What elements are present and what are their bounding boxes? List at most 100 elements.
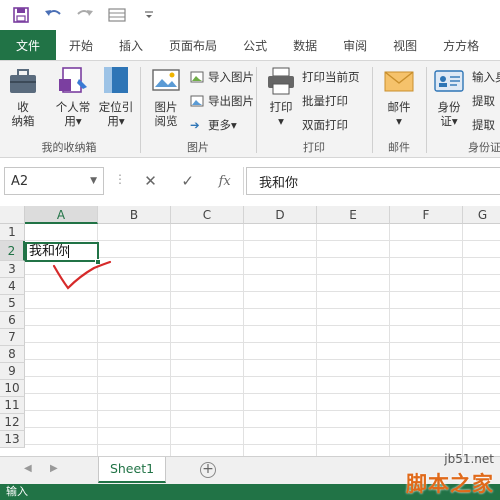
printer-icon [268,67,294,95]
personal-common-label: 个人常 用▾ [55,100,91,128]
row-header-8[interactable]: 8 [0,346,25,363]
storage-box-button[interactable]: 收 纳箱 [6,65,40,128]
toolbox-icon [10,69,36,93]
print-current-page-button[interactable]: 打印当前页 [302,69,360,85]
watermark-url: jb51.net [444,452,494,466]
extract-button-1[interactable]: 提取 [472,93,495,109]
row-header-2[interactable]: 2 [0,241,25,261]
formula-bar: A2 ▼ ⋮ ✕ ✓ fx 我和你 [0,158,500,206]
export-picture-icon [190,95,204,107]
input-id-label: 输入身 [472,70,500,84]
group-collection-label: 我的收纳箱 [41,141,97,154]
import-picture-label: 导入图片 [208,70,254,84]
id-card-label: 身份 证▾ [437,100,461,128]
export-picture-button[interactable]: 导出图片 [190,93,254,109]
row-header-11[interactable]: 11 [0,397,25,414]
mail-button[interactable]: 邮件 ▾ [382,65,416,128]
row-header-3[interactable]: 3 [0,261,25,278]
cancel-icon[interactable]: ✕ [144,172,157,190]
save-icon[interactable] [10,4,32,26]
storage-box-label: 收 纳箱 [11,100,35,128]
tab-data[interactable]: 数据 [280,30,330,60]
tab-file[interactable]: 文件 [0,30,57,60]
worksheet-grid[interactable]: ABCDEFG 1 2 3 4 5 6 7 8 9 10 11 12 13 我和你 [0,206,500,456]
undo-icon[interactable] [42,4,64,26]
locate-reference-button[interactable]: 定位引 用▾ [96,65,136,128]
column-header-b[interactable]: B [98,206,171,224]
row-header-7[interactable]: 7 [0,329,25,346]
column-header-f[interactable]: F [390,206,463,224]
row-header-6[interactable]: 6 [0,312,25,329]
function-icon[interactable]: fx [219,174,231,189]
column-header-e[interactable]: E [317,206,390,224]
ribbon-separator [140,67,141,153]
formula-bar-buttons: ✕ ✓ fx [132,167,244,195]
arrow-right-icon: ➔ [190,118,200,132]
group-print-label: 打印 [303,141,325,154]
scroll-left-icon[interactable]: ◀ [24,463,32,474]
status-mode: 输入 [6,485,28,498]
ribbon: 收 纳箱 个人常 用▾ 定位引 用▾ 我的收纳箱 图片 阅览 导入图片 导出图片… [0,60,500,158]
row-header-12[interactable]: 12 [0,414,25,431]
red-check-annotation [52,260,112,290]
name-box-value: A2 [11,173,29,189]
personal-doc-icon [59,67,87,93]
locate-reference-label: 定位引 用▾ [98,100,134,128]
import-picture-icon [190,71,204,83]
row-header-13[interactable]: 13 [0,431,25,448]
duplex-print-button[interactable]: 双面打印 [302,117,348,133]
envelope-icon [384,71,414,92]
row-header-10[interactable]: 10 [0,380,25,397]
watermark-brand: 脚本之家 [406,471,494,496]
select-all-corner[interactable] [0,206,25,224]
ribbon-separator [256,67,257,153]
group-picture-label: 图片 [187,141,209,154]
id-card-button[interactable]: 身份 证▾ [432,65,466,128]
batch-print-button[interactable]: 批量打印 [302,93,348,109]
scroll-right-icon[interactable]: ▶ [50,463,58,474]
locate-reference-icon [104,67,128,93]
chevron-down-icon[interactable]: ▼ [90,176,97,186]
picture-browse-icon [152,69,180,91]
id-card-icon [434,70,464,92]
sheet-tab-sheet1[interactable]: Sheet1 [98,457,166,483]
group-id-card: 身份 证▾ 输入身 提取 提取 身份证 [428,61,500,159]
column-header-a[interactable]: A [25,206,98,224]
extract-label-1: 提取 [472,94,495,108]
formula-bar-handle-icon[interactable]: ⋮ [114,172,126,186]
form-icon[interactable] [106,4,128,26]
more-label: 更多▾ [208,118,237,132]
column-header-c[interactable]: C [171,206,244,224]
formula-input[interactable]: 我和你 [246,167,500,195]
column-header-d[interactable]: D [244,206,317,224]
watermark: jb51.net 脚本之家 [392,452,500,500]
row-header-5[interactable]: 5 [0,295,25,312]
print-button[interactable]: 打印 ▾ [264,65,298,128]
row-header-1[interactable]: 1 [0,224,25,241]
tab-page-layout[interactable]: 页面布局 [156,30,230,60]
personal-common-button[interactable]: 个人常 用▾ [50,65,96,128]
extract-button-2[interactable]: 提取 [472,117,495,133]
picture-browse-button[interactable]: 图片 阅览 [148,65,184,128]
group-print: 打印 ▾ 打印当前页 批量打印 双面打印 打印 [258,61,370,159]
ribbon-separator [372,67,373,153]
column-header-g[interactable]: G [463,206,500,224]
import-picture-button[interactable]: 导入图片 [190,69,254,85]
tab-insert[interactable]: 插入 [106,30,156,60]
tab-view[interactable]: 视图 [380,30,430,60]
input-id-button[interactable]: 输入身 [472,69,500,85]
redo-icon[interactable] [74,4,96,26]
tab-formulas[interactable]: 公式 [230,30,280,60]
row-header-4[interactable]: 4 [0,278,25,295]
row-header-9[interactable]: 9 [0,363,25,380]
name-box[interactable]: A2 ▼ [4,167,104,195]
more-button[interactable]: ➔ 更多▾ [190,117,237,133]
add-sheet-icon[interactable]: + [200,462,216,478]
extract-label-2: 提取 [472,118,495,132]
customize-icon[interactable] [138,4,160,26]
tab-home[interactable]: 开始 [56,30,106,60]
confirm-icon[interactable]: ✓ [181,172,194,190]
tab-review[interactable]: 审阅 [330,30,380,60]
tab-fangfangge[interactable]: 方方格 [430,30,492,60]
quick-access-toolbar [0,0,500,30]
